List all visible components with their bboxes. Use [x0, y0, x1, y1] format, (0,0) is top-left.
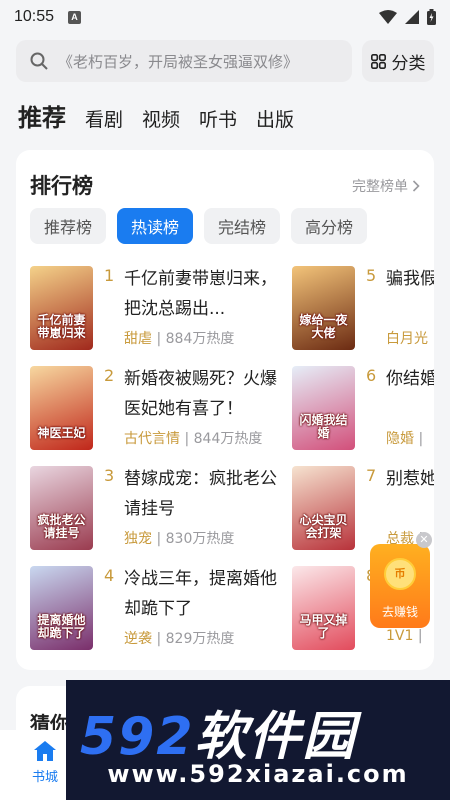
- nav-bookstore[interactable]: 书城: [20, 740, 70, 785]
- search-row: 《老朽百岁，开局被圣女强逼双修》 分类: [16, 40, 434, 82]
- watermark-logo-cn: 软件园: [194, 707, 357, 767]
- status-time: 10:55: [14, 8, 55, 25]
- rank-number: 3: [104, 466, 115, 485]
- notification-indicator-icon: A: [68, 10, 82, 24]
- watermark-logo-num: 592: [80, 707, 195, 767]
- book-meta: 古代言情 | 844万热度: [124, 431, 263, 447]
- book-item[interactable]: 闪婚我结婚 6 你结婚 隐婚 |: [292, 366, 434, 452]
- watermark-url: www.592xiazai.com: [107, 760, 409, 788]
- book-heat: 884万热度: [165, 331, 235, 347]
- book-meta: 1V1 |: [386, 628, 423, 644]
- book-tag: 甜虐: [124, 331, 152, 347]
- book-item[interactable]: 神医王妃 2 新婚夜被赐死？火爆医妃她有喜了！ 古代言情 | 844万热度: [30, 366, 290, 452]
- category-button[interactable]: 分类: [362, 40, 434, 82]
- ranking-title: 排行榜: [30, 174, 93, 198]
- book-meta: 逆袭 | 829万热度: [124, 631, 235, 647]
- rank-number: 6: [366, 366, 377, 385]
- book-item[interactable]: 千亿前妻带崽归来 1 千亿前妻带崽归来，把沈总踢出... 甜虐 | 884万热度: [30, 266, 290, 352]
- book-cover: 闪婚我结婚: [292, 366, 355, 450]
- book-meta: 白月光 |: [386, 328, 434, 348]
- watermark-logo: 592软件园: [80, 694, 357, 769]
- book-title: 冷战三年，提离婚他却跪下了: [124, 569, 277, 619]
- book-title: 别惹她尖宝贝: [386, 469, 434, 489]
- book-cover: 疯批老公请挂号: [30, 466, 93, 550]
- cover-title: 心尖宝贝会打架: [299, 513, 348, 540]
- tab-drama[interactable]: 看剧: [85, 105, 123, 132]
- battery-icon: [427, 9, 436, 25]
- book-tag: 独宠: [124, 531, 152, 547]
- book-cover: 神医王妃: [30, 366, 93, 450]
- book-item[interactable]: 疯批老公请挂号 3 替嫁成宠：疯批老公请挂号 独宠 | 830万热度: [30, 466, 290, 552]
- book-tag: 隐婚: [386, 431, 414, 447]
- tab-completed-rank[interactable]: 完结榜: [204, 208, 281, 244]
- book-title: 替嫁成宠：疯批老公请挂号: [124, 469, 277, 519]
- tab-publishing[interactable]: 出版: [256, 105, 294, 132]
- grid-icon: [370, 53, 386, 69]
- cover-title: 马甲又掉了: [299, 613, 348, 640]
- book-tag: 白月光: [386, 331, 428, 347]
- wifi-icon: [379, 10, 397, 24]
- tab-high-score-rank[interactable]: 高分榜: [291, 208, 368, 244]
- cover-title: 千亿前妻带崽归来: [37, 313, 86, 340]
- book-cover: 千亿前妻带崽归来: [30, 266, 93, 350]
- tab-audiobook[interactable]: 听书: [199, 105, 237, 132]
- cover-title: 疯批老公请挂号: [37, 513, 86, 540]
- signal-icon: [405, 10, 419, 24]
- book-meta: 甜虐 | 884万热度: [124, 331, 235, 347]
- coin-icon: 币: [384, 558, 416, 590]
- rank-number: 1: [104, 266, 115, 285]
- search-input[interactable]: 《老朽百岁，开局被圣女强逼双修》: [16, 40, 352, 82]
- nav-bookstore-label: 书城: [31, 770, 58, 785]
- tab-video[interactable]: 视频: [142, 105, 180, 132]
- cover-title: 提离婚他却跪下了: [37, 613, 86, 640]
- book-item[interactable]: 提离婚他却跪下了 4 冷战三年，提离婚他却跪下了 逆袭 | 829万热度: [30, 566, 290, 652]
- book-tag: 1V1: [386, 628, 414, 644]
- watermark: 592软件园 www.592xiazai.com: [66, 680, 450, 800]
- search-icon: [30, 52, 48, 70]
- earn-money-badge: 币 去赚钱: [370, 544, 430, 628]
- rank-number: 5: [366, 266, 377, 285]
- rank-number: 4: [104, 566, 115, 585]
- book-heat: 844万热度: [193, 431, 263, 447]
- cover-title: 嫁给一夜大佬: [299, 313, 348, 340]
- book-cover: 嫁给一夜大佬: [292, 266, 355, 350]
- close-icon[interactable]: ✕: [416, 532, 432, 548]
- search-placeholder: 《老朽百岁，开局被圣女强逼双修》: [58, 52, 299, 71]
- rank-number: 2: [104, 366, 115, 385]
- book-title: 你结婚: [386, 369, 434, 389]
- status-bar: 10:55 A: [0, 0, 450, 34]
- book-title: 骗我假嫁豪门: [386, 269, 434, 289]
- book-item[interactable]: 嫁给一夜大佬 5 骗我假嫁豪门 白月光 |: [292, 266, 434, 352]
- category-label: 分类: [391, 53, 426, 74]
- earn-money-label: 去赚钱: [381, 605, 418, 619]
- book-heat: 830万热度: [165, 531, 235, 547]
- full-ranking-link[interactable]: 完整榜单: [352, 176, 420, 196]
- book-cover: 提离婚他却跪下了: [30, 566, 93, 650]
- book-title: 千亿前妻带崽归来，把沈总踢出...: [124, 269, 277, 319]
- book-cover: 心尖宝贝会打架: [292, 466, 355, 550]
- earn-money-widget[interactable]: 币 去赚钱 ✕: [370, 532, 432, 628]
- chevron-right-icon: [412, 180, 420, 192]
- book-title: 新婚夜被赐死？火爆医妃她有喜了！: [124, 369, 277, 419]
- rank-number: 7: [366, 466, 377, 485]
- book-cover: 马甲又掉了: [292, 566, 355, 650]
- book-item[interactable]: 心尖宝贝会打架 7 别惹她尖宝贝 总裁 |: [292, 466, 434, 552]
- cover-title: 神医王妃: [37, 426, 86, 440]
- book-tag: 逆袭: [124, 631, 152, 647]
- book-tag: 古代言情: [124, 431, 180, 447]
- home-icon: [34, 741, 56, 761]
- cover-title: 闪婚我结婚: [299, 413, 348, 440]
- tab-recommend-rank[interactable]: 推荐榜: [30, 208, 107, 244]
- status-icons: [379, 9, 436, 25]
- book-heat: 829万热度: [165, 631, 235, 647]
- book-meta: 独宠 | 830万热度: [124, 531, 235, 547]
- book-meta: 隐婚 |: [386, 431, 424, 447]
- tab-hot-read-rank[interactable]: 热读榜: [117, 208, 194, 244]
- full-ranking-label: 完整榜单: [352, 179, 408, 195]
- ranking-tabs: 推荐榜 热读榜 完结榜 高分榜: [30, 208, 368, 244]
- main-tabs: 推荐 看剧 视频 听书 出版: [18, 98, 294, 133]
- tab-recommend[interactable]: 推荐: [18, 98, 66, 133]
